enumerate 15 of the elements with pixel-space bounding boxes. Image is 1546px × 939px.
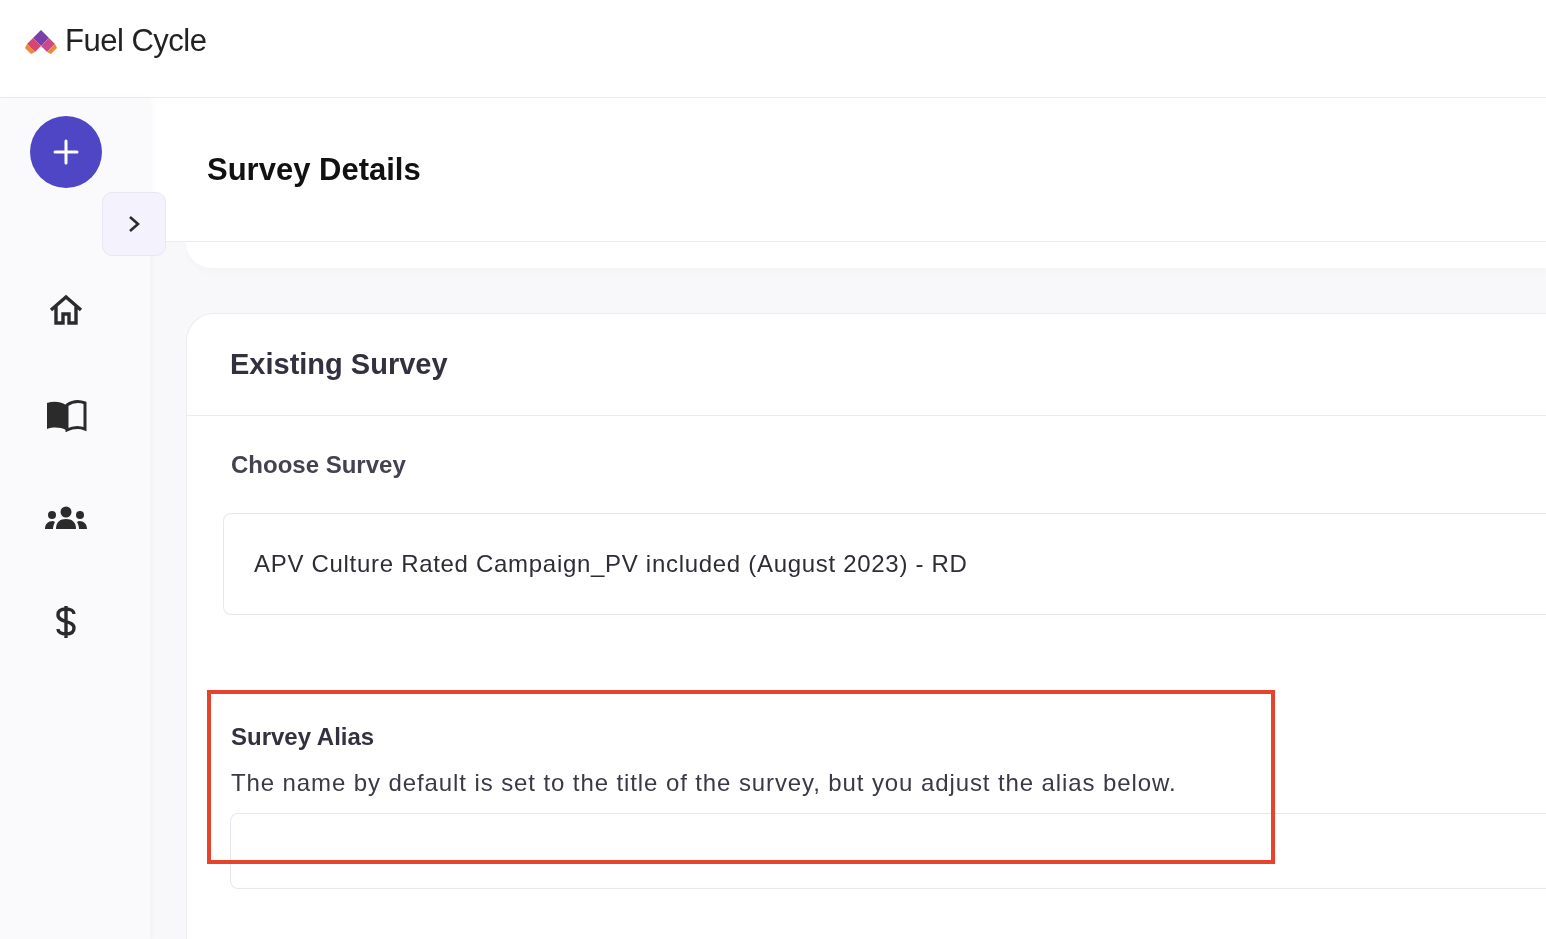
page-title: Survey Details <box>207 151 421 188</box>
book-icon[interactable] <box>45 400 87 432</box>
field-label: Survey Alias <box>231 723 375 751</box>
dollar-icon[interactable] <box>54 604 78 640</box>
survey-select[interactable]: APV Culture Rated Campaign_PV included (August 2023) - RD <box>223 513 1546 615</box>
field-label: Choose Survey <box>231 451 406 479</box>
brand-name: Fuel Cycle <box>65 22 207 59</box>
chevron-right-icon <box>127 214 141 234</box>
field-description: The name by default is set to the title of the survey, but you adjust the alias below. <box>231 769 1177 797</box>
people-icon[interactable] <box>44 506 88 530</box>
home-icon[interactable] <box>48 294 84 326</box>
plus-icon <box>52 138 80 166</box>
card-title: Existing Survey <box>230 348 448 381</box>
alias-input-field[interactable] <box>230 813 1546 889</box>
logo-icon <box>25 27 57 54</box>
